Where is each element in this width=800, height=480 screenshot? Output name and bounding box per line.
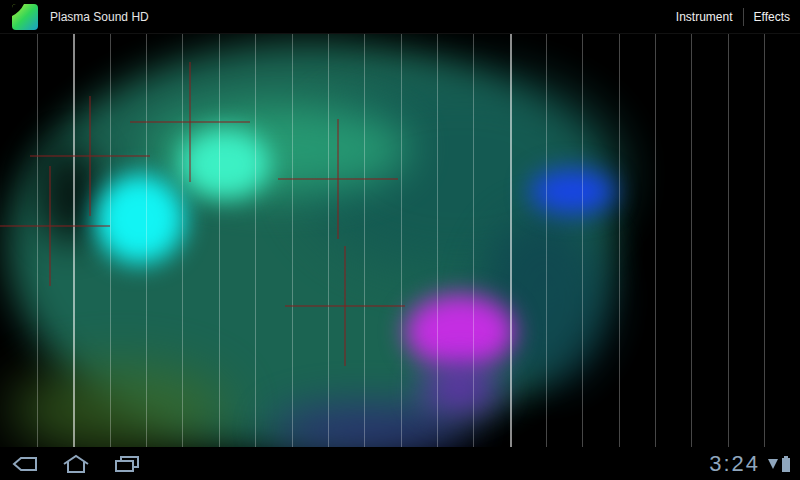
note-line [292, 34, 293, 447]
app-brand[interactable]: Plasma Sound HD [12, 4, 149, 30]
plasma-blob [95, 174, 185, 264]
note-line [473, 34, 474, 447]
note-line [401, 34, 402, 447]
note-line [255, 34, 256, 447]
recent-apps-icon[interactable] [114, 455, 140, 473]
nav-buttons [12, 454, 140, 474]
touch-crosshair-icon [130, 62, 250, 182]
action-item[interactable]: Effects [743, 8, 800, 26]
note-line [619, 34, 620, 447]
note-line [437, 34, 438, 447]
app-title: Plasma Sound HD [50, 10, 149, 24]
back-icon[interactable] [12, 455, 38, 473]
clock: 3:24 [709, 451, 764, 477]
touch-crosshair-icon [0, 166, 110, 286]
status-area[interactable]: 3:24 [709, 451, 790, 477]
plasma-canvas[interactable] [0, 34, 800, 447]
plasma-blob [40, 144, 100, 244]
plasma-blob [530, 169, 615, 214]
note-line [37, 34, 38, 447]
note-line [546, 34, 547, 447]
note-line [182, 34, 183, 447]
plasma-app-icon[interactable] [12, 4, 38, 30]
touch-crosshair-icon [285, 246, 405, 366]
plasma-blob [420, 364, 500, 414]
home-icon[interactable] [62, 454, 90, 474]
touch-crosshair-icon [278, 119, 398, 239]
note-line [219, 34, 220, 447]
note-line [691, 34, 692, 447]
note-line [328, 34, 329, 447]
note-line [364, 34, 365, 447]
plasma-blob [405, 294, 515, 369]
battery-icon [782, 456, 790, 472]
note-line [146, 34, 147, 447]
note-line [582, 34, 583, 447]
note-line [728, 34, 729, 447]
plasma-blob [180, 129, 270, 199]
signal-icon [768, 457, 778, 471]
touch-crosshair-icon [30, 96, 150, 216]
action-bar: Plasma Sound HD InstrumentEffects [0, 0, 800, 34]
note-line [764, 34, 765, 447]
action-menu: InstrumentEffects [666, 0, 800, 33]
plasma-sound-screen: Plasma Sound HD InstrumentEffects 3:24 [0, 0, 800, 480]
note-line [510, 34, 512, 447]
note-line [73, 34, 75, 447]
note-line [655, 34, 656, 447]
note-line [110, 34, 111, 447]
touch-overlay [0, 34, 800, 447]
system-bar: 3:24 [0, 447, 800, 480]
plasma-blob [10, 364, 230, 447]
action-item[interactable]: Instrument [666, 8, 743, 26]
